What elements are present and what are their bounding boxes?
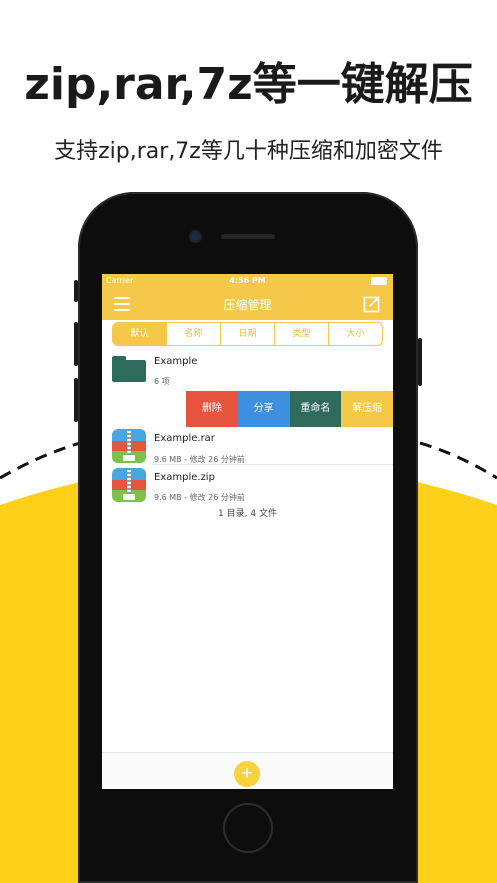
sort-tab-date[interactable]: 日期 <box>221 323 275 345</box>
battery-icon <box>371 277 387 285</box>
file-meta-zip: 9.6 MB - 修改 26 分钟前 <box>154 493 245 502</box>
app-screen: Carrier 4:56 PM 压缩管理 默认 名称 日期 类型 大小 Exam… <box>102 274 393 789</box>
phone-power-button <box>418 338 422 386</box>
rar-archive-icon <box>112 429 146 463</box>
sort-tab-size[interactable]: 大小 <box>329 323 382 345</box>
delete-button[interactable]: 删除 <box>186 391 238 427</box>
status-bar: Carrier 4:56 PM <box>102 274 393 288</box>
nav-title: 压缩管理 <box>223 298 272 312</box>
subheadline: 支持zip,rar,7z等几十种压缩和加密文件 <box>54 139 443 164</box>
headline: zip,rar,7z等一键解压 <box>24 59 473 110</box>
sort-tab-default[interactable]: 默认 <box>113 323 167 345</box>
row-divider <box>152 464 393 465</box>
front-camera <box>191 232 200 241</box>
file-summary: 1 目录, 4 文件 <box>218 509 277 519</box>
sort-segmented-control: 默认 名称 日期 类型 大小 <box>112 322 383 346</box>
zip-archive-icon <box>112 468 146 502</box>
folder-count: 6 项 <box>154 377 170 386</box>
nav-bar: 压缩管理 <box>102 288 393 320</box>
add-button[interactable]: + <box>234 761 260 787</box>
phone-mute-switch <box>74 280 78 302</box>
sort-tab-type[interactable]: 类型 <box>275 323 329 345</box>
swipe-actions: 删除 分享 重命名 解压缩 <box>186 391 393 427</box>
edit-icon[interactable] <box>363 295 381 313</box>
folder-icon <box>112 356 146 382</box>
bottom-toolbar: + <box>102 752 393 789</box>
rename-button[interactable]: 重命名 <box>289 391 342 427</box>
home-button[interactable] <box>223 803 273 853</box>
phone-volume-up <box>74 322 78 366</box>
extract-button[interactable]: 解压缩 <box>341 391 393 427</box>
sort-tab-name[interactable]: 名称 <box>167 323 221 345</box>
file-name-zip[interactable]: Example.zip <box>154 472 215 483</box>
share-button[interactable]: 分享 <box>237 391 290 427</box>
earpiece-speaker <box>221 234 275 239</box>
status-time: 4:56 PM <box>229 276 266 285</box>
folder-name[interactable]: Example <box>154 356 197 367</box>
phone-volume-down <box>74 378 78 422</box>
file-name-rar[interactable]: Example.rar <box>154 433 215 444</box>
